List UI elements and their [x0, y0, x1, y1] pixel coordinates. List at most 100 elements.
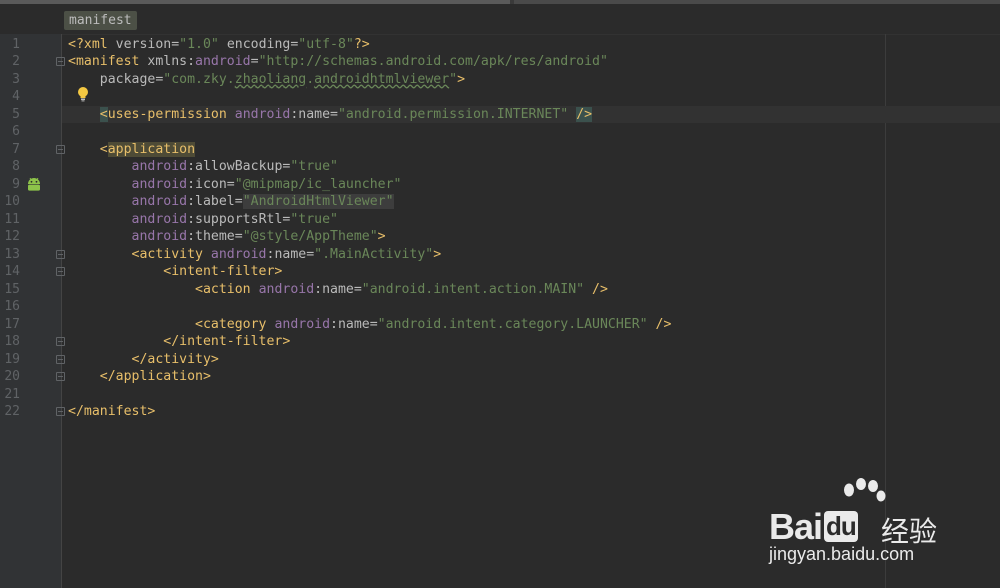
- code-line[interactable]: </activity>: [68, 351, 219, 369]
- line-number[interactable]: 7: [0, 141, 20, 159]
- line-number[interactable]: 15: [0, 281, 20, 299]
- line-number[interactable]: 9: [0, 176, 20, 194]
- code-token: :theme=: [187, 229, 243, 244]
- code-token: "@mipmap/ic_launcher": [234, 176, 402, 192]
- code-token: :supportsRtl=: [187, 211, 291, 227]
- code-token: >: [377, 229, 386, 244]
- line-number[interactable]: 18: [0, 333, 20, 351]
- code-token: zhaoliang: [234, 71, 307, 87]
- code-line[interactable]: <?xml version="1.0" encoding="utf-8"?>: [68, 36, 370, 54]
- fold-toggle-icon[interactable]: [56, 249, 65, 259]
- code-token: >: [433, 246, 442, 262]
- code-line[interactable]: <uses-permission android:name="android.p…: [68, 106, 593, 124]
- code-token: <activity: [68, 246, 211, 262]
- code-line[interactable]: </manifest>: [68, 403, 155, 421]
- code-token: "true": [290, 159, 338, 174]
- code-token: </intent-filter>: [68, 334, 291, 349]
- code-line[interactable]: <activity android:name=".MainActivity">: [68, 246, 442, 264]
- code-line[interactable]: android:label="AndroidHtmlViewer": [68, 193, 394, 211]
- watermark-brand: Bai du: [769, 506, 858, 547]
- fold-toggle-icon[interactable]: [56, 372, 65, 381]
- line-number[interactable]: 11: [0, 211, 20, 229]
- code-line[interactable]: <category android:name="android.intent.c…: [68, 316, 671, 334]
- code-token: </manifest>: [68, 404, 156, 419]
- code-token: android: [131, 159, 188, 174]
- line-number[interactable]: 14: [0, 263, 20, 281]
- fold-toggle-icon[interactable]: [56, 144, 65, 154]
- lightbulb-icon[interactable]: [77, 86, 89, 102]
- fold-toggle-icon[interactable]: [56, 57, 65, 66]
- code-token: :name=: [266, 246, 315, 262]
- code-line[interactable]: </intent-filter>: [68, 333, 290, 351]
- line-number[interactable]: 22: [0, 403, 20, 421]
- code-line[interactable]: <application: [68, 141, 196, 159]
- code-line[interactable]: android:allowBackup="true": [68, 158, 338, 176]
- android-icon[interactable]: [26, 176, 42, 192]
- code-line[interactable]: android:icon="@mipmap/ic_launcher": [68, 176, 402, 194]
- code-token: <manifest: [68, 54, 148, 69]
- code-token: android: [131, 229, 188, 244]
- line-number[interactable]: 17: [0, 316, 20, 334]
- line-number[interactable]: 20: [0, 368, 20, 386]
- line-number[interactable]: 3: [0, 71, 20, 89]
- breadcrumb-item-manifest[interactable]: manifest: [64, 11, 137, 30]
- code-token: <category: [68, 316, 275, 332]
- line-number[interactable]: 8: [0, 158, 20, 176]
- baidu-jingyan-watermark: Bai du 经验 jingyan.baidu.com: [765, 478, 965, 578]
- code-line[interactable]: <intent-filter>: [68, 263, 282, 281]
- line-number[interactable]: 19: [0, 351, 20, 369]
- line-number[interactable]: 6: [0, 123, 20, 141]
- code-token: android: [210, 246, 267, 262]
- line-number[interactable]: 16: [0, 298, 20, 316]
- fold-toggle-icon[interactable]: [56, 354, 65, 364]
- code-token: "utf-8": [298, 36, 354, 52]
- code-line[interactable]: </application>: [68, 368, 211, 386]
- code-token: android: [131, 176, 188, 192]
- code-token: uses-permission: [107, 106, 235, 122]
- code-token: android: [258, 281, 315, 297]
- code-token: :name=: [330, 316, 378, 332]
- watermark-url: jingyan.baidu.com: [769, 544, 915, 564]
- code-line[interactable]: package="com.zky.zhaoliang.androidhtmlvi…: [68, 71, 465, 89]
- code-token: android: [131, 211, 188, 227]
- line-number[interactable]: 13: [0, 246, 20, 264]
- code-token: :name=: [290, 106, 338, 122]
- code-token: </activity>: [68, 351, 219, 367]
- line-number[interactable]: 5: [0, 106, 20, 124]
- code-token: "@style/AppTheme": [242, 229, 378, 244]
- code-token: <: [68, 141, 108, 157]
- code-line[interactable]: android:theme="@style/AppTheme">: [68, 228, 386, 246]
- code-token: package=: [68, 71, 164, 87]
- code-line[interactable]: <action android:name="android.intent.act…: [68, 281, 608, 299]
- line-number[interactable]: 4: [0, 88, 20, 106]
- code-line[interactable]: android:supportsRtl="true": [68, 211, 338, 229]
- line-number[interactable]: 1: [0, 36, 20, 54]
- code-token: :icon=: [187, 176, 235, 192]
- code-token: <?xml: [68, 36, 116, 52]
- line-number[interactable]: 10: [0, 193, 20, 211]
- code-token: "android.intent.category.LAUNCHER": [377, 316, 648, 332]
- code-token: android: [131, 194, 188, 209]
- fold-toggle-icon[interactable]: [56, 267, 65, 276]
- code-token: "http://schemas.android.com/apk/res/andr…: [258, 54, 608, 69]
- line-number[interactable]: 21: [0, 386, 20, 404]
- line-number[interactable]: 2: [0, 53, 20, 71]
- code-token: </application>: [68, 369, 211, 384]
- code-token: application: [107, 141, 196, 157]
- code-token: "android.intent.action.MAIN": [361, 281, 585, 297]
- fold-toggle-icon[interactable]: [56, 337, 65, 346]
- code-token: encoding=: [218, 36, 299, 52]
- fold-gutter: [52, 34, 61, 588]
- code-token: />: [647, 316, 672, 332]
- fold-toggle-icon[interactable]: [56, 407, 65, 416]
- code-line[interactable]: <manifest xmlns:android="http://schemas.…: [68, 53, 608, 71]
- code-token: ".MainActivity": [314, 246, 434, 262]
- code-token: androidhtmlviewer: [314, 71, 450, 87]
- line-number[interactable]: 12: [0, 228, 20, 246]
